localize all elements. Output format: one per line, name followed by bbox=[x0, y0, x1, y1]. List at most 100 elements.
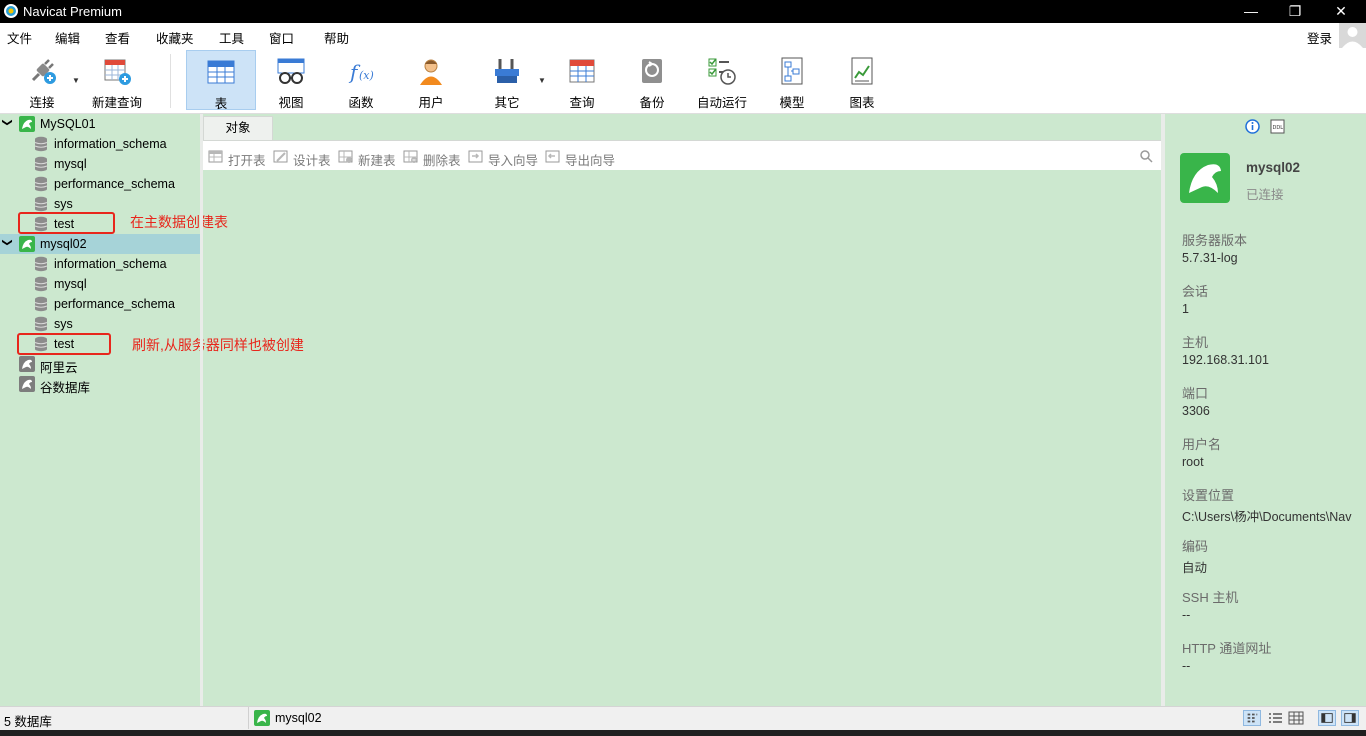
tree-database-item[interactable]: information_schema bbox=[0, 134, 200, 154]
database-icon bbox=[34, 256, 48, 272]
detail-view-icon[interactable] bbox=[1287, 710, 1305, 726]
mysql-connection-icon bbox=[19, 376, 35, 392]
menu-file[interactable]: 文件 bbox=[7, 28, 32, 47]
tree-database-label: performance_schema bbox=[54, 297, 175, 311]
chevron-down-icon[interactable]: ▼ bbox=[538, 76, 546, 85]
menu-tools[interactable]: 工具 bbox=[219, 28, 244, 47]
info-label: 编码 bbox=[1182, 539, 1209, 554]
chart-label: 图表 bbox=[849, 96, 875, 110]
left-panel-toggle-icon[interactable] bbox=[1318, 710, 1336, 726]
user-label: 用户 bbox=[418, 96, 444, 110]
tree-connection-gu[interactable]: 谷数据库 bbox=[0, 374, 200, 395]
info-value: 192.168.31.101 bbox=[1182, 353, 1269, 367]
tree-database-item[interactable]: mysql bbox=[0, 154, 200, 174]
database-icon bbox=[34, 196, 48, 212]
other-label: 其它 bbox=[494, 96, 520, 110]
info-value: C:\Users\杨冲\Documents\Nav bbox=[1182, 510, 1352, 524]
table-button[interactable]: 表 bbox=[186, 50, 256, 111]
status-bar: 5 数据库 mysql02 bbox=[0, 706, 1366, 730]
svg-text:DDL: DDL bbox=[1273, 125, 1284, 131]
avatar[interactable] bbox=[1339, 23, 1366, 48]
main-toolbar: 连接 ▼ 新建查询 表 视图 f (x) 函数 用户 其它 ▼ 查询 备份 自动… bbox=[0, 48, 1366, 114]
restore-button[interactable]: ❐ bbox=[1272, 0, 1318, 23]
menu-edit[interactable]: 编辑 bbox=[55, 28, 80, 47]
function-button[interactable]: f (x) 函数 bbox=[330, 50, 392, 110]
tree-database-item[interactable]: performance_schema bbox=[0, 174, 200, 194]
info-value: 3306 bbox=[1182, 404, 1210, 418]
automation-button[interactable]: 自动运行 bbox=[692, 50, 752, 110]
backup-label: 备份 bbox=[639, 96, 665, 110]
tree-database-item[interactable]: sys bbox=[0, 194, 200, 214]
info-value: 5.7.31-log bbox=[1182, 251, 1238, 265]
new-query-icon bbox=[104, 59, 131, 85]
backup-button[interactable]: 备份 bbox=[622, 50, 682, 110]
search-icon[interactable] bbox=[1139, 149, 1153, 163]
tree-connection-label: MySQL01 bbox=[40, 117, 96, 131]
info-panel: DDL mysql02 已连接 服务器版本 5.7.31-log 会话 1 主机… bbox=[1165, 114, 1366, 706]
function-icon: f (x) bbox=[348, 60, 374, 84]
menu-view[interactable]: 查看 bbox=[105, 28, 130, 47]
connect-button[interactable]: 连接 ▼ bbox=[12, 50, 80, 110]
database-icon bbox=[34, 296, 48, 312]
chevron-down-icon[interactable]: ❯ bbox=[2, 238, 13, 246]
info-icon[interactable] bbox=[1245, 119, 1260, 134]
chevron-down-icon[interactable]: ▼ bbox=[72, 76, 80, 85]
login-link[interactable]: 登录 bbox=[1307, 28, 1332, 47]
plug-icon bbox=[31, 59, 56, 84]
annotation-box-master bbox=[18, 212, 115, 234]
view-button[interactable]: 视图 bbox=[260, 50, 322, 110]
tab-strip: 对象 bbox=[203, 114, 1161, 140]
database-icon bbox=[34, 316, 48, 332]
tree-connection-mysql02[interactable]: ❯ mysql02 bbox=[0, 234, 200, 254]
info-label: 主机 bbox=[1182, 335, 1209, 350]
info-value: 1 bbox=[1182, 302, 1189, 316]
new-query-button[interactable]: 新建查询 bbox=[88, 50, 146, 110]
tree-database-label: information_schema bbox=[54, 257, 167, 271]
user-icon bbox=[420, 59, 442, 85]
query-button[interactable]: 查询 bbox=[552, 50, 612, 110]
menu-window[interactable]: 窗口 bbox=[269, 28, 294, 47]
user-avatar-icon bbox=[1342, 27, 1363, 48]
view-label: 视图 bbox=[278, 96, 304, 110]
tree-database-item[interactable]: performance_schema bbox=[0, 294, 200, 314]
close-button[interactable]: ✕ bbox=[1318, 0, 1364, 23]
taskbar-edge bbox=[0, 730, 1366, 736]
tree-connection-label: 谷数据库 bbox=[40, 381, 91, 395]
new-table-icon bbox=[338, 150, 353, 163]
tab-objects[interactable]: 对象 bbox=[203, 116, 273, 140]
tree-database-label: information_schema bbox=[54, 137, 167, 151]
table-label: 表 bbox=[214, 97, 228, 111]
user-button[interactable]: 用户 bbox=[400, 50, 462, 110]
list-view-icon[interactable] bbox=[1266, 710, 1284, 726]
minimize-button[interactable]: — bbox=[1228, 0, 1274, 23]
other-button[interactable]: 其它 ▼ bbox=[476, 50, 546, 110]
tree-database-item[interactable]: sys bbox=[0, 314, 200, 334]
info-value: -- bbox=[1182, 659, 1191, 673]
info-value: -- bbox=[1182, 608, 1191, 622]
info-label: 服务器版本 bbox=[1182, 233, 1248, 248]
delete-table-icon bbox=[403, 150, 418, 163]
object-toolbar: 打开表 设计表 新建表 删除表 导入向导 导出向导 bbox=[203, 140, 1161, 170]
tree-connection-mysql01[interactable]: ❯ MySQL01 bbox=[0, 114, 200, 134]
info-label: 设置位置 bbox=[1182, 488, 1235, 503]
mysql-connection-icon bbox=[19, 116, 35, 132]
menu-help[interactable]: 帮助 bbox=[324, 28, 349, 47]
menu-favorites[interactable]: 收藏夹 bbox=[156, 28, 194, 47]
tree-database-item[interactable]: information_schema bbox=[0, 254, 200, 274]
backup-icon bbox=[642, 59, 662, 83]
ddl-icon[interactable]: DDL bbox=[1270, 119, 1285, 134]
connection-tree: ❯ MySQL01 information_schema mysql perfo… bbox=[0, 114, 228, 706]
export-icon bbox=[545, 150, 560, 163]
tree-database-item[interactable]: mysql bbox=[0, 274, 200, 294]
chevron-down-icon[interactable]: ❯ bbox=[2, 118, 13, 126]
automation-label: 自动运行 bbox=[696, 96, 747, 110]
info-connection-name: mysql02 bbox=[1246, 160, 1301, 175]
mysql-connection-icon bbox=[254, 710, 270, 726]
open-table-icon bbox=[208, 150, 223, 163]
chart-button[interactable]: 图表 bbox=[832, 50, 892, 110]
query-label: 查询 bbox=[569, 96, 595, 110]
right-panel-toggle-icon[interactable] bbox=[1341, 710, 1359, 726]
model-button[interactable]: 模型 bbox=[762, 50, 822, 110]
grid-view-icon[interactable] bbox=[1243, 710, 1261, 726]
tree-connection-aliyun[interactable]: 阿里云 bbox=[0, 354, 200, 375]
